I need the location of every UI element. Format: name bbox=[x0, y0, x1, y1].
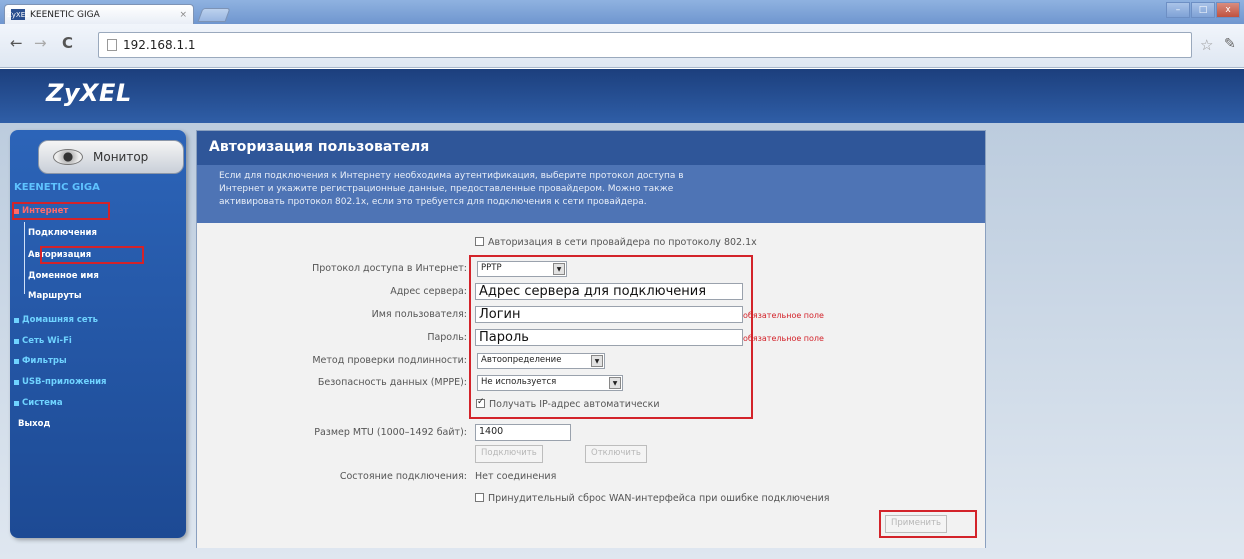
forward-arrow-icon[interactable]: → bbox=[34, 34, 47, 52]
browser-tab[interactable]: ZyXEL KEENETIC GIGA × bbox=[4, 4, 194, 24]
checkbox-8021x-row[interactable]: Авторизация в сети провайдера по протоко… bbox=[475, 237, 757, 248]
sidebar-item-exit[interactable]: Выход bbox=[18, 419, 50, 429]
page-icon bbox=[107, 39, 117, 51]
bullet-icon bbox=[14, 338, 19, 344]
new-tab-button[interactable] bbox=[197, 8, 231, 22]
sidebar-item-system[interactable]: Система bbox=[14, 398, 63, 408]
window-controls: – □ x bbox=[1166, 2, 1240, 18]
password-required-note: обязательное поле bbox=[743, 334, 824, 343]
status-label: Состояние подключения: bbox=[339, 471, 467, 482]
wrench-icon[interactable]: ✎ bbox=[1224, 36, 1236, 52]
tab-close-icon[interactable]: × bbox=[179, 10, 187, 20]
mtu-label: Размер MTU (1000–1492 байт): bbox=[314, 427, 467, 438]
status-value: Нет соединения bbox=[475, 471, 557, 482]
force-reset-row[interactable]: Принудительный сброс WAN-интерфейса при … bbox=[475, 493, 830, 504]
zyxel-logo: ZyXEL bbox=[46, 79, 132, 107]
minimize-icon[interactable]: – bbox=[1166, 2, 1190, 18]
sidebar-item-filters[interactable]: Фильтры bbox=[14, 356, 67, 366]
page-description: Если для подключения к Интернету необход… bbox=[197, 165, 985, 223]
username-label: Имя пользователя: bbox=[371, 309, 467, 320]
description-line: активировать протокол 802.1x, если это т… bbox=[219, 197, 647, 207]
sidebar-item-wifi[interactable]: Сеть Wi-Fi bbox=[14, 336, 72, 346]
sidebar-item-label: Домашняя сеть bbox=[22, 315, 98, 325]
description-line: Интернет и укажите регистрационные данны… bbox=[219, 184, 674, 194]
reload-icon[interactable]: C bbox=[62, 34, 73, 52]
username-required-note: обязательное поле bbox=[743, 311, 824, 320]
force-reset-checkbox[interactable] bbox=[475, 493, 484, 502]
server-label: Адрес сервера: bbox=[390, 286, 467, 297]
window-close-icon[interactable]: x bbox=[1216, 2, 1240, 18]
address-bar[interactable]: 192.168.1.1 bbox=[98, 32, 1192, 58]
address-text: 192.168.1.1 bbox=[123, 38, 196, 52]
monitor-eye-icon bbox=[53, 149, 83, 165]
bullet-icon bbox=[14, 379, 19, 385]
sidebar-item-label: USB-приложения bbox=[22, 377, 107, 387]
mtu-input[interactable]: 1400 bbox=[475, 424, 571, 441]
browser-tabbar: ZyXEL KEENETIC GIGA × – □ x bbox=[0, 0, 1244, 24]
password-label: Пароль: bbox=[427, 332, 467, 343]
sidebar-item-usb[interactable]: USB-приложения bbox=[14, 377, 107, 387]
sidebar-subitem-routes[interactable]: Маршруты bbox=[28, 291, 82, 301]
zyxel-favicon-icon: ZyXEL bbox=[6, 9, 30, 20]
sidebar-item-label: Сеть Wi-Fi bbox=[22, 336, 72, 346]
sidebar-item-label: Система bbox=[22, 398, 63, 408]
sidebar-item-label: Фильтры bbox=[22, 356, 67, 366]
checkbox-8021x[interactable] bbox=[475, 237, 484, 246]
checkbox-8021x-label: Авторизация в сети провайдера по протоко… bbox=[488, 237, 757, 248]
page-title: Авторизация пользователя bbox=[197, 131, 985, 165]
bullet-icon bbox=[14, 317, 19, 323]
description-line: Если для подключения к Интернету необход… bbox=[219, 171, 684, 181]
tab-title: KEENETIC GIGA bbox=[30, 9, 100, 20]
monitor-label: Монитор bbox=[93, 150, 149, 164]
highlight-box-internet bbox=[12, 202, 110, 220]
bullet-icon bbox=[14, 400, 19, 406]
highlight-box-apply bbox=[879, 510, 977, 538]
auth-method-label: Метод проверки подлинности: bbox=[312, 355, 467, 366]
auth-form: Авторизация в сети провайдера по протоко… bbox=[197, 223, 985, 548]
browser-toolbar: ← → C 192.168.1.1 ☆ ✎ bbox=[0, 24, 1244, 68]
back-arrow-icon[interactable]: ← bbox=[10, 34, 23, 52]
device-title: KEENETIC GIGA bbox=[14, 182, 100, 193]
protocol-label: Протокол доступа в Интернет: bbox=[312, 263, 467, 274]
highlight-box-fields bbox=[469, 255, 753, 419]
bookmark-star-icon[interactable]: ☆ bbox=[1200, 36, 1213, 54]
sidebar-subitem-domain-name[interactable]: Доменное имя bbox=[28, 271, 99, 281]
disconnect-button[interactable]: Отключить bbox=[585, 445, 647, 463]
connect-button[interactable]: Подключить bbox=[475, 445, 543, 463]
router-header: ZyXEL bbox=[0, 69, 1244, 123]
sidebar: Монитор KEENETIC GIGA Интернет Подключен… bbox=[10, 130, 186, 538]
bullet-icon bbox=[14, 358, 19, 364]
security-label: Безопасность данных (MPPE): bbox=[317, 377, 467, 388]
maximize-icon[interactable]: □ bbox=[1191, 2, 1215, 18]
force-reset-label: Принудительный сброс WAN-интерфейса при … bbox=[488, 493, 830, 504]
main-panel: Авторизация пользователя Если для подклю… bbox=[196, 130, 986, 548]
sidebar-item-home-network[interactable]: Домашняя сеть bbox=[14, 315, 98, 325]
highlight-box-authorization bbox=[40, 246, 144, 264]
submenu-line bbox=[24, 222, 25, 294]
monitor-button[interactable]: Монитор bbox=[38, 140, 184, 174]
sidebar-subitem-connections[interactable]: Подключения bbox=[28, 228, 97, 238]
